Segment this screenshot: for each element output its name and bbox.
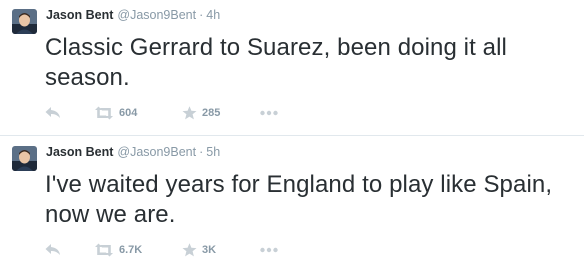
retweet-icon (94, 106, 114, 120)
more-icon (260, 247, 278, 253)
avatar[interactable] (12, 146, 37, 171)
author-name[interactable]: Jason Bent (46, 145, 113, 159)
tweet-divider (0, 135, 584, 136)
tweet-header: Jason Bent @Jason9Bent · 4h (46, 7, 220, 23)
tweet-header: Jason Bent @Jason9Bent · 5h (46, 144, 220, 160)
retweet-button[interactable]: 6.7K (94, 241, 142, 259)
reply-icon (45, 106, 61, 120)
favorite-count: 3K (202, 244, 217, 256)
tweet-text: I've waited years for England to play li… (45, 171, 553, 228)
more-button[interactable] (260, 104, 278, 122)
tweet-timestamp[interactable]: 5h (206, 145, 220, 159)
favorite-count: 285 (202, 107, 221, 119)
tweet[interactable]: Jason Bent @Jason9Bent · 5h I've waited yea… (0, 137, 584, 273)
retweet-button[interactable]: 604 (94, 104, 137, 122)
tweet-timestamp[interactable]: 4h (206, 8, 220, 22)
author-handle[interactable]: @Jason9Bent (117, 8, 196, 22)
tweet-actions: 6.7K 3K (45, 241, 345, 259)
star-icon (182, 243, 197, 257)
retweet-icon (94, 243, 114, 257)
tweet-actions: 604 285 (45, 104, 345, 122)
retweet-count: 6.7K (119, 244, 143, 256)
separator: · (199, 8, 204, 22)
separator: · (199, 145, 204, 159)
more-button[interactable] (260, 241, 278, 259)
more-icon (260, 110, 278, 116)
retweet-count: 604 (119, 107, 138, 119)
author-handle[interactable]: @Jason9Bent (117, 145, 196, 159)
tweet-text: Classic Gerrard to Suarez, been doing it… (45, 34, 507, 91)
author-name[interactable]: Jason Bent (46, 8, 113, 22)
avatar[interactable] (12, 9, 37, 34)
reply-button[interactable] (45, 241, 61, 259)
tweet-feed: Jason Bent @Jason9Bent · 4h Classic Gerrard… (0, 0, 584, 273)
favorite-button[interactable]: 3K (182, 241, 216, 259)
reply-button[interactable] (45, 104, 61, 122)
favorite-button[interactable]: 285 (182, 104, 220, 122)
tweet[interactable]: Jason Bent @Jason9Bent · 4h Classic Gerrard… (0, 0, 584, 136)
star-icon (182, 106, 197, 120)
reply-icon (45, 243, 61, 257)
